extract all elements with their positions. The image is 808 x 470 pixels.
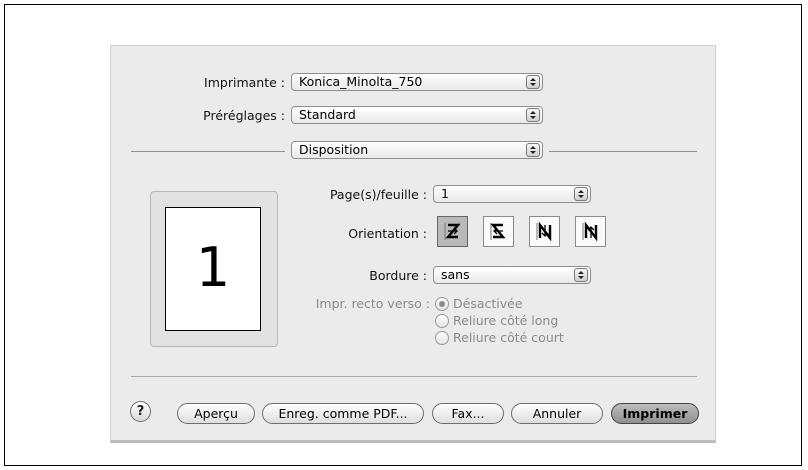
printer-popup[interactable]: Konica_Minolta_750: [291, 73, 543, 91]
print-dialog: Imprimante : Konica_Minolta_750 Prérégla…: [110, 45, 716, 443]
orientation-n-button[interactable]: [529, 216, 560, 247]
orientation-reverse-z-button[interactable]: [483, 216, 514, 247]
popup-arrows-icon: [574, 268, 588, 282]
duplex-short-edge-radio[interactable]: [435, 331, 449, 345]
popup-arrows-icon: [526, 108, 540, 122]
reverse-z-orientation-icon: [490, 223, 506, 240]
radio-selected-dot: [439, 301, 445, 307]
duplex-off-radio[interactable]: [435, 297, 449, 311]
orientation-z-button[interactable]: [437, 216, 468, 247]
separator-right: [549, 151, 697, 152]
pages-per-sheet-popup[interactable]: 1: [433, 185, 591, 203]
preview-page: 1: [165, 207, 261, 331]
popup-arrows-icon: [526, 75, 540, 89]
cancel-button[interactable]: Annuler: [511, 403, 603, 424]
save-as-pdf-button[interactable]: Enreg. comme PDF...: [262, 403, 424, 424]
figure-frame: Imprimante : Konica_Minolta_750 Prérégla…: [4, 4, 802, 466]
orientation-reverse-n-button[interactable]: [575, 216, 606, 247]
panel-popup[interactable]: Disposition: [291, 141, 543, 159]
duplex-long-edge-radio[interactable]: [435, 314, 449, 328]
footer-separator: [131, 376, 697, 377]
pages-per-sheet-label: Page(s)/feuille :: [329, 187, 427, 202]
presets-popup[interactable]: Standard: [291, 106, 543, 124]
popup-arrows-icon: [574, 187, 588, 201]
presets-label: Préréglages :: [203, 108, 285, 123]
orientation-label: Orientation :: [348, 226, 427, 241]
border-popup[interactable]: sans: [433, 266, 591, 284]
duplex-label: Impr. recto verso :: [315, 296, 430, 311]
fax-button[interactable]: Fax...: [432, 403, 504, 424]
separator-left: [131, 151, 285, 152]
preview-button[interactable]: Aperçu: [177, 403, 255, 424]
border-label: Bordure :: [369, 268, 427, 283]
duplex-long-edge-label: Reliure côté long: [453, 313, 559, 328]
reverse-n-orientation-icon: [582, 221, 598, 242]
border-value: sans: [441, 267, 470, 282]
n-orientation-icon: [536, 221, 552, 242]
print-button[interactable]: Imprimer: [611, 403, 699, 424]
help-button[interactable]: ?: [130, 401, 151, 422]
panel-value: Disposition: [299, 142, 369, 157]
pages-per-sheet-value: 1: [441, 186, 449, 201]
duplex-short-edge-label: Reliure côté court: [453, 330, 564, 345]
printer-label: Imprimante :: [204, 75, 285, 90]
duplex-off-label: Désactivée: [453, 296, 523, 311]
presets-value: Standard: [299, 107, 356, 122]
z-orientation-icon: [444, 223, 461, 240]
popup-arrows-icon: [526, 143, 540, 157]
printer-value: Konica_Minolta_750: [299, 74, 423, 89]
